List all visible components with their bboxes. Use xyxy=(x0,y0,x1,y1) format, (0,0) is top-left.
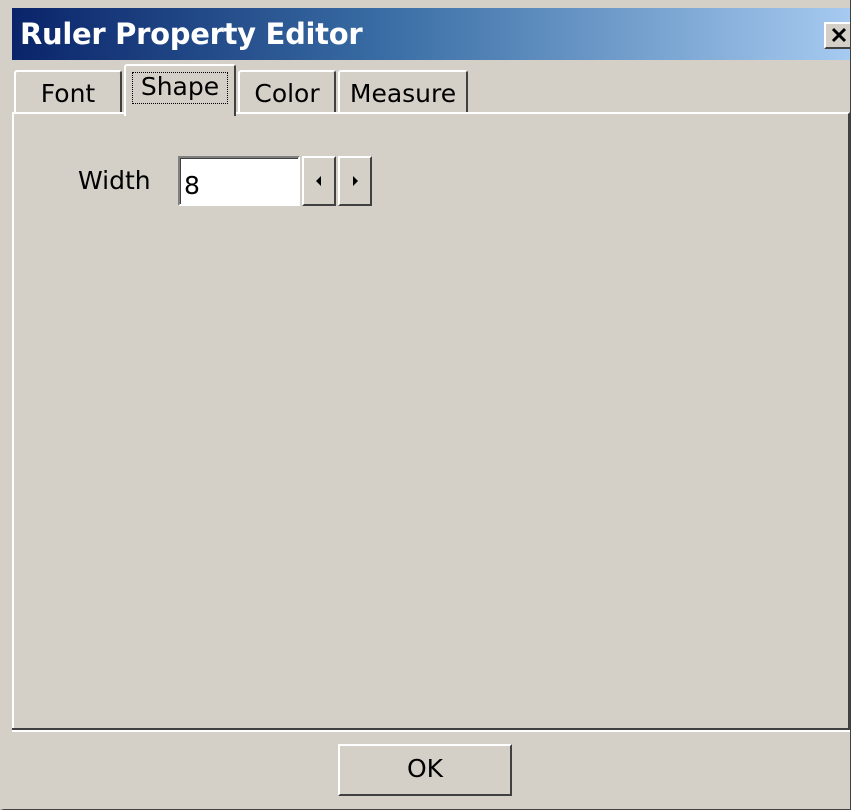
tab-measure[interactable]: Measure xyxy=(338,70,468,114)
window-title: Ruler Property Editor xyxy=(20,17,363,51)
tab-measure-label: Measure xyxy=(349,79,457,108)
footer-divider xyxy=(12,728,850,732)
arrow-left-icon xyxy=(316,176,321,186)
width-input[interactable] xyxy=(178,156,300,206)
ok-button[interactable]: OK xyxy=(338,744,512,796)
tab-color[interactable]: Color xyxy=(238,70,336,114)
close-icon xyxy=(831,27,847,43)
tab-font[interactable]: Font xyxy=(14,70,122,114)
arrow-right-icon xyxy=(353,176,358,186)
close-button[interactable] xyxy=(824,22,850,49)
shape-tab-panel: Width xyxy=(12,112,850,732)
tab-color-label: Color xyxy=(254,79,320,108)
ruler-property-editor-dialog: Ruler Property Editor Font Shape Color M… xyxy=(0,0,851,810)
tab-shape[interactable]: Shape xyxy=(124,64,236,116)
title-bar[interactable]: Ruler Property Editor xyxy=(12,8,850,60)
width-increment-button[interactable] xyxy=(338,156,372,206)
tab-shape-label: Shape xyxy=(132,72,228,104)
width-label: Width xyxy=(78,166,151,195)
width-decrement-button[interactable] xyxy=(302,156,336,206)
tab-font-label: Font xyxy=(40,79,96,108)
